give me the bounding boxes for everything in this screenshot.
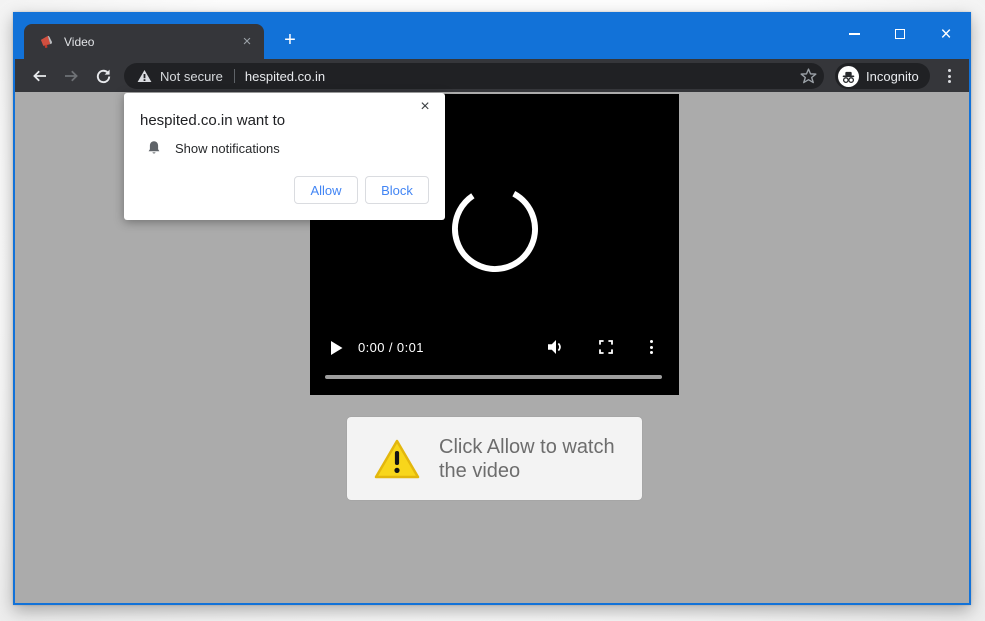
dialog-close-icon[interactable]: ×	[415, 97, 435, 117]
warning-triangle-icon	[373, 437, 421, 481]
volume-icon	[547, 339, 565, 355]
reload-button[interactable]	[92, 65, 114, 87]
toolbar: Not secure hespited.co.in Incognito	[15, 59, 969, 92]
close-icon: ×	[940, 25, 951, 44]
play-icon	[331, 341, 343, 355]
fullscreen-icon	[599, 340, 613, 354]
play-button[interactable]	[331, 341, 343, 355]
maximize-button[interactable]	[877, 14, 923, 54]
maximize-icon	[895, 29, 905, 39]
titlebar: Video × + ×	[15, 14, 969, 59]
new-tab-button[interactable]: +	[277, 28, 303, 54]
allow-button[interactable]: Allow	[294, 176, 358, 204]
tab-close-icon[interactable]: ×	[238, 33, 256, 51]
incognito-icon	[838, 66, 859, 87]
megaphone-favicon-icon	[39, 34, 54, 49]
dialog-title: hespited.co.in want to	[140, 112, 285, 129]
not-secure-warning-icon	[137, 69, 152, 83]
browser-window: Video × + ×	[13, 12, 971, 605]
video-controls: 0:00 / 0:01	[310, 337, 679, 359]
notification-permission-dialog: × hespited.co.in want to Show notificati…	[124, 93, 445, 220]
tab-title: Video	[64, 35, 238, 49]
close-window-button[interactable]: ×	[923, 14, 969, 54]
bookmark-star-icon[interactable]	[800, 68, 817, 84]
volume-button[interactable]	[547, 339, 565, 355]
forward-icon	[63, 68, 80, 84]
page-content: 0:00 / 0:01 × hespited.co.in w	[15, 92, 969, 603]
loading-spinner-icon	[450, 184, 540, 274]
incognito-badge: Incognito	[835, 63, 930, 89]
permission-row: Show notifications	[146, 140, 280, 156]
minimize-icon	[849, 33, 860, 35]
permission-label: Show notifications	[175, 141, 280, 156]
window-controls: ×	[831, 14, 969, 54]
minimize-button[interactable]	[831, 14, 877, 54]
video-progress-bar[interactable]	[325, 375, 662, 379]
url-text[interactable]: hespited.co.in	[245, 69, 800, 84]
fullscreen-button[interactable]	[599, 340, 613, 354]
security-label[interactable]: Not secure	[160, 69, 223, 84]
forward-button[interactable]	[60, 65, 82, 87]
menu-dots-icon	[948, 69, 951, 83]
omnibox-divider	[234, 69, 235, 83]
video-overflow-button[interactable]	[650, 340, 653, 354]
block-button[interactable]: Block	[365, 176, 429, 204]
incognito-label: Incognito	[866, 69, 919, 84]
back-button[interactable]	[28, 65, 50, 87]
browser-menu-button[interactable]	[938, 65, 960, 87]
tab-video[interactable]: Video ×	[24, 24, 264, 59]
back-icon	[31, 68, 48, 84]
warning-box: Click Allow to watch the video	[347, 417, 642, 500]
address-bar[interactable]: Not secure hespited.co.in	[124, 63, 824, 89]
warning-message: Click Allow to watch the video	[439, 435, 629, 483]
reload-icon	[95, 68, 112, 85]
video-time: 0:00 / 0:01	[358, 340, 424, 355]
bell-icon	[146, 140, 162, 156]
